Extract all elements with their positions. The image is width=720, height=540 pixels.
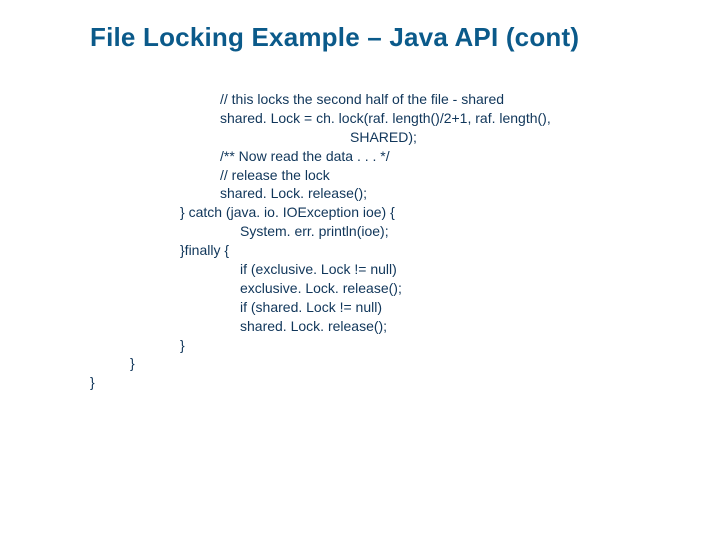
code-line: // this locks the second half of the fil… [90,90,700,109]
code-text: if (exclusive. Lock != null) [240,260,397,279]
code-line: if (shared. Lock != null) [90,298,700,317]
code-text: if (shared. Lock != null) [240,298,382,317]
code-line: // release the lock [90,166,700,185]
code-line: exclusive. Lock. release(); [90,279,700,298]
code-text: } [180,336,185,355]
code-text: SHARED); [350,128,417,147]
code-text: System. err. println(ioe); [240,222,389,241]
code-text: } [130,354,135,373]
code-text: shared. Lock. release(); [240,317,387,336]
code-line: shared. Lock. release(); [90,317,700,336]
code-line: System. err. println(ioe); [90,222,700,241]
slide: File Locking Example – Java API (cont) /… [0,0,720,540]
code-line: if (exclusive. Lock != null) [90,260,700,279]
code-line: } [90,354,700,373]
code-text: shared. Lock = ch. lock(raf. length()/2+… [220,109,551,128]
code-text: // this locks the second half of the fil… [220,90,504,109]
code-text: }finally { [180,241,229,260]
code-line: } [90,336,700,355]
code-line: /** Now read the data . . . */ [90,147,700,166]
code-text: } [90,373,95,392]
code-text: shared. Lock. release(); [220,184,367,203]
code-line: }finally { [90,241,700,260]
code-text: // release the lock [220,166,330,185]
code-text: } catch (java. io. IOException ioe) { [180,203,395,222]
code-text: exclusive. Lock. release(); [240,279,402,298]
code-line: shared. Lock. release(); [90,184,700,203]
code-line: shared. Lock = ch. lock(raf. length()/2+… [90,109,700,128]
code-line: } catch (java. io. IOException ioe) { [90,203,700,222]
code-line: } [90,373,700,392]
code-line: SHARED); [90,128,700,147]
code-text: /** Now read the data . . . */ [220,147,390,166]
code-block: // this locks the second half of the fil… [90,90,700,392]
slide-title: File Locking Example – Java API (cont) [90,22,700,53]
